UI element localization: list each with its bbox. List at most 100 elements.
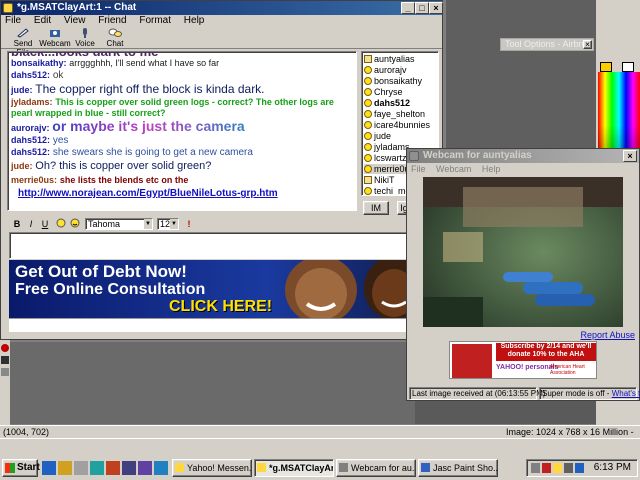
- start-button[interactable]: Start: [2, 459, 40, 477]
- user-smiley-icon: [364, 187, 372, 195]
- message-nick[interactable]: jude:: [11, 161, 33, 171]
- quick-launch-icon[interactable]: [154, 461, 168, 475]
- user-name: Chryse: [374, 87, 403, 97]
- alert-icon[interactable]: !: [183, 218, 195, 230]
- message-nick[interactable]: bonsaikathy:: [11, 58, 67, 68]
- voice-button[interactable]: Voice: [69, 28, 101, 48]
- messenger-tray-icon[interactable]: [553, 463, 562, 473]
- im-label: IM: [371, 203, 381, 213]
- tray-app-icon[interactable]: [575, 463, 584, 473]
- chat-window: *g.MSATClayArt:1 -- Chat _ □ × File Edit…: [0, 0, 443, 340]
- yahoo-personals-ad[interactable]: Subscribe by 2/14 and we'll donate 10% t…: [449, 341, 597, 379]
- user-list-item[interactable]: faye_shelton: [364, 109, 425, 119]
- antivirus-icon[interactable]: [542, 463, 551, 473]
- chat-title-bar[interactable]: *g.MSATClayArt:1 -- Chat _ □ ×: [1, 1, 443, 15]
- desktop-icon[interactable]: [74, 461, 88, 475]
- chat-message: dahs512: ok: [11, 70, 63, 81]
- menu-edit[interactable]: Edit: [34, 15, 51, 26]
- tool-options-close-button[interactable]: ×: [583, 40, 592, 49]
- paint-tool-icon[interactable]: [1, 356, 9, 364]
- underline-button[interactable]: U: [39, 218, 51, 230]
- chat-button[interactable]: Chat: [99, 28, 131, 48]
- message-nick[interactable]: jyladams:: [11, 97, 53, 107]
- record-tool-icon[interactable]: [1, 344, 9, 352]
- emoticon-button[interactable]: [69, 218, 81, 230]
- minimize-button[interactable]: _: [401, 2, 415, 14]
- menu-friend[interactable]: Friend: [98, 15, 126, 26]
- app-icon[interactable]: [106, 461, 120, 475]
- report-abuse-link[interactable]: Report Abuse: [580, 330, 635, 340]
- user-list-item[interactable]: jyladams: [364, 142, 410, 152]
- menu-file[interactable]: File: [5, 15, 21, 26]
- menu-help[interactable]: Help: [184, 15, 205, 26]
- media-player-icon[interactable]: [90, 461, 104, 475]
- user-list-item[interactable]: NikiT: [364, 175, 395, 185]
- user-list-item[interactable]: Chryse: [364, 87, 403, 97]
- outlook-icon[interactable]: [58, 461, 72, 475]
- user-smiley-icon: [364, 66, 372, 74]
- webcam-button[interactable]: Webcam: [39, 28, 71, 48]
- user-list-item[interactable]: auntyalias: [364, 54, 415, 64]
- chat-message: http://www.norajean.com/Egypt/BlueNileLo…: [18, 188, 278, 199]
- chat-window-icon: [3, 3, 13, 13]
- instant-message-button[interactable]: IM: [363, 201, 389, 215]
- heart-icon: [452, 344, 492, 378]
- chat-message: jude: The copper right off the block is …: [11, 82, 265, 96]
- user-list-item[interactable]: lcswartz: [364, 153, 407, 163]
- task-webcam[interactable]: Webcam for au...: [336, 459, 416, 477]
- italic-button[interactable]: I: [25, 218, 37, 230]
- bold-button[interactable]: B: [11, 218, 23, 230]
- task-yahoo-messenger[interactable]: Yahoo! Messen...: [172, 459, 252, 477]
- chevron-down-icon[interactable]: ▼: [170, 219, 178, 229]
- message-nick[interactable]: merrie0us:: [11, 175, 57, 185]
- chat-window-title: *g.MSATClayArt:1 -- Chat: [17, 2, 137, 13]
- message-nick[interactable]: dahs512:: [11, 70, 50, 80]
- debt-advertisement-banner[interactable]: Get Out of Debt Now! Free Online Consult…: [9, 260, 439, 318]
- chat-message-log[interactable]: black...looks dark to me bonsaikathy: ar…: [7, 51, 357, 211]
- whats-this-link[interactable]: What's this?: [612, 389, 640, 398]
- message-link[interactable]: http://www.norajean.com/Egypt/BlueNileLo…: [18, 188, 278, 199]
- webcam-menu-help[interactable]: Help: [482, 164, 501, 174]
- volume-icon[interactable]: [564, 463, 573, 473]
- maximize-button[interactable]: □: [415, 2, 429, 14]
- font-size-select[interactable]: 12 ▼: [157, 218, 179, 230]
- network-icon[interactable]: [531, 463, 540, 473]
- message-nick[interactable]: aurorajv:: [11, 123, 50, 133]
- user-smiley-icon: [364, 143, 372, 151]
- user-smiley-icon: [364, 99, 372, 107]
- webcam-menu-file[interactable]: File: [411, 164, 426, 174]
- user-list-item[interactable]: aurorajv: [364, 65, 407, 75]
- foreground-color-swatch[interactable]: [600, 62, 612, 72]
- menu-view[interactable]: View: [64, 15, 86, 26]
- user-list-item[interactable]: jude: [364, 131, 391, 141]
- shape-tool-icon[interactable]: [1, 368, 9, 376]
- tool-options-panel[interactable]: Tool Options - Airbru ×: [500, 38, 594, 51]
- word-icon[interactable]: [122, 461, 136, 475]
- chat-message-input[interactable]: [9, 232, 439, 259]
- webcam-menu-webcam[interactable]: Webcam: [436, 164, 471, 174]
- message-nick[interactable]: jude:: [11, 85, 33, 95]
- menu-format[interactable]: Format: [139, 15, 171, 26]
- font-family-select[interactable]: Tahoma ▼: [85, 218, 153, 230]
- user-list-item[interactable]: dahs512: [364, 98, 410, 108]
- webcam-title-bar[interactable]: Webcam for auntyalias ×: [407, 149, 639, 163]
- user-name: aurorajv: [374, 65, 407, 75]
- task-chat-window[interactable]: *g.MSATClayAr...: [254, 459, 334, 477]
- chevron-down-icon[interactable]: ▼: [144, 219, 152, 229]
- color-button[interactable]: [55, 218, 67, 230]
- task-paint-shop[interactable]: Jasc Paint Sho...: [418, 459, 498, 477]
- close-button[interactable]: ×: [429, 2, 443, 14]
- user-list-item[interactable]: icare4bunnies: [364, 120, 430, 130]
- task-label: Webcam for au...: [351, 463, 416, 473]
- message-nick[interactable]: dahs512:: [11, 135, 50, 145]
- webcam-status-bar: Last image received at (06:13:55 PM) Sup…: [409, 387, 640, 400]
- user-name: icare4bunnies: [374, 120, 431, 130]
- user-name: dahs512: [374, 98, 411, 108]
- format-toolbar: B I U Tahoma▼ 12▼ ! Re: [9, 217, 439, 231]
- user-list-item[interactable]: bonsaikathy: [364, 76, 422, 86]
- webcam-close-button[interactable]: ×: [623, 150, 637, 162]
- background-color-swatch[interactable]: [622, 62, 634, 72]
- message-nick[interactable]: dahs512:: [11, 147, 50, 157]
- yahoo-icon[interactable]: [138, 461, 152, 475]
- internet-explorer-icon[interactable]: [42, 461, 56, 475]
